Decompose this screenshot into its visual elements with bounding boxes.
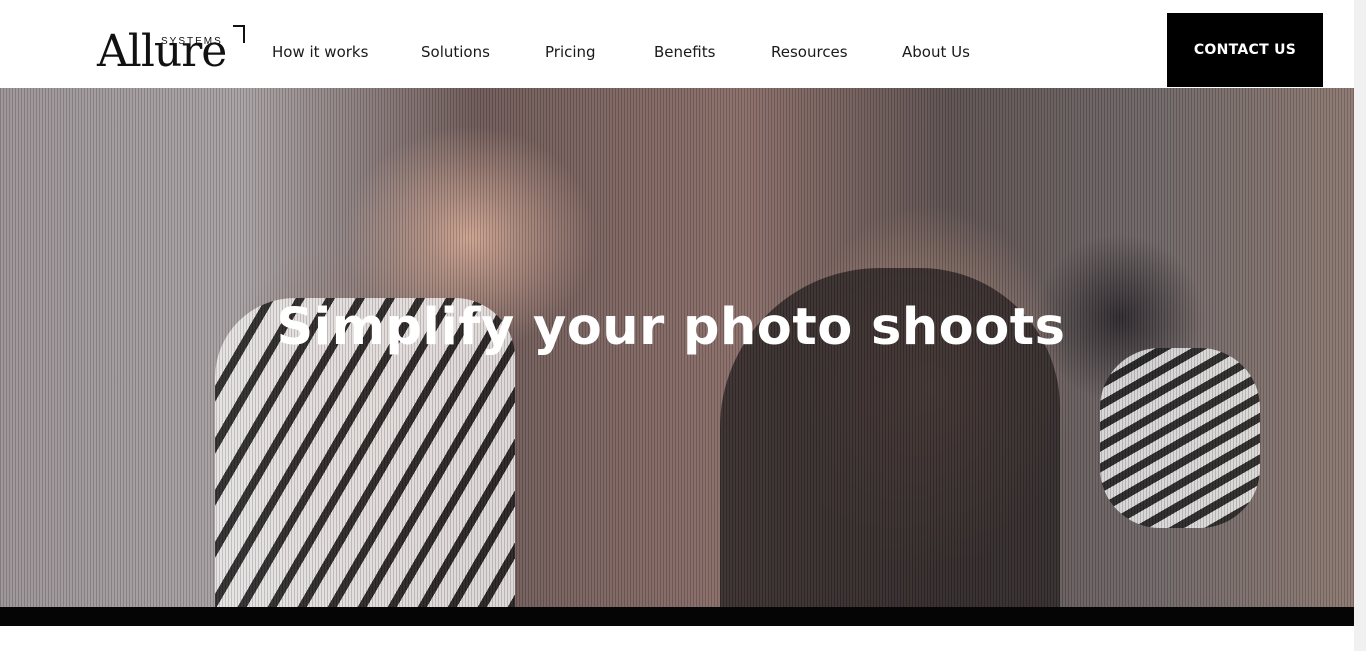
site-header: SYSTEMS Allure How it works Solutions Pr… — [0, 0, 1354, 88]
brand-logo[interactable]: SYSTEMS Allure — [97, 24, 247, 78]
logo-wordmark: Allure — [97, 26, 227, 77]
hero-title: Simplify your photo shoots — [276, 298, 1066, 357]
logo-corner-mark — [233, 25, 245, 43]
page-scrollbar[interactable] — [1354, 0, 1366, 651]
nav-item-resources[interactable]: Resources — [771, 43, 848, 61]
nav-item-pricing[interactable]: Pricing — [545, 43, 596, 61]
nav-item-solutions[interactable]: Solutions — [421, 43, 490, 61]
hero-banner: Simplify your photo shoots — [0, 88, 1354, 608]
contact-us-button[interactable]: CONTACT US — [1167, 13, 1323, 87]
nav-item-how-it-works[interactable]: How it works — [272, 43, 368, 61]
hero-bottom-bar — [0, 607, 1354, 626]
nav-item-benefits[interactable]: Benefits — [654, 43, 715, 61]
nav-item-about-us[interactable]: About Us — [902, 43, 970, 61]
